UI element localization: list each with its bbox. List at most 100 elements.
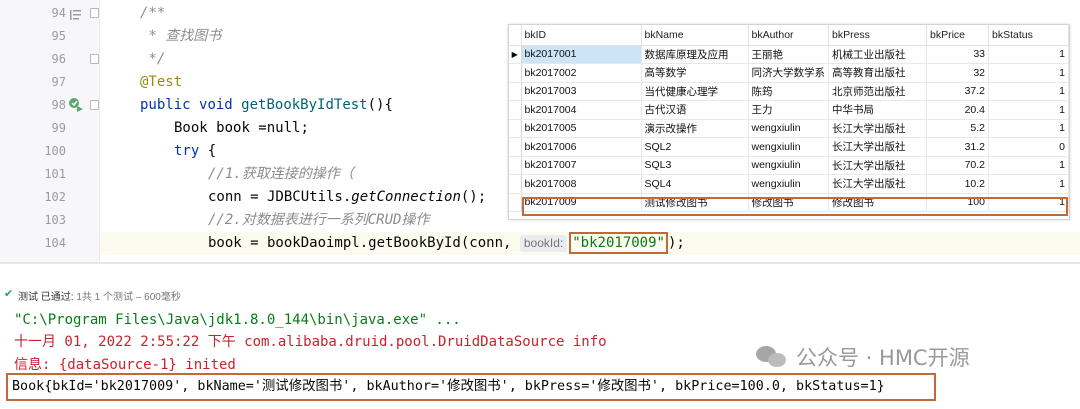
test-status-bar: ✔ 测试 已通过: 1共 1 个测试 – 600毫秒 — [0, 285, 1080, 303]
table-row[interactable]: bk2017005 演示改操作 wengxiulin 长江大学出版社 5.2 1 — [509, 119, 1069, 138]
table-cell-bkName[interactable]: SQL3 — [641, 156, 749, 175]
table-cell-bkAuthor[interactable]: wengxiulin — [748, 137, 829, 157]
table-cell-bkAuthor[interactable]: 王力 — [748, 100, 829, 120]
table-cell-bkPress[interactable]: 长江大学出版社 — [828, 137, 927, 157]
table-cell-bkStatus[interactable]: 0 — [988, 137, 1069, 157]
table-cell-bkPress[interactable]: 长江大学出版社 — [828, 119, 927, 138]
fold-marker[interactable] — [90, 100, 99, 110]
table-cell-bkPress[interactable]: 高等教育出版社 — [828, 63, 927, 83]
code-text: (); — [460, 189, 487, 205]
table-cell-bkPress[interactable]: 长江大学出版社 — [828, 156, 927, 175]
table-row[interactable]: bk2017006 SQL2 wengxiulin 长江大学出版社 31.2 0 — [509, 137, 1069, 157]
run-test-icon[interactable] — [68, 97, 84, 113]
table-cell-bkName[interactable]: SQL4 — [641, 174, 749, 194]
table-cell-bkName[interactable]: SQL2 — [641, 137, 749, 157]
table-cell-bkAuthor[interactable]: 修改图书 — [748, 193, 829, 212]
table-cell-bkName[interactable]: 高等数学 — [641, 63, 749, 83]
table-cell-bkStatus[interactable]: 1 — [988, 174, 1069, 194]
table-cell-bkID[interactable]: bk2017008 — [521, 174, 642, 194]
table-cell-bkPrice[interactable]: 5.2 — [926, 119, 989, 138]
table-cell-bkName[interactable]: 古代汉语 — [641, 100, 749, 120]
table-cell-bkID[interactable]: bk2017007 — [521, 156, 642, 175]
test-status-text: 测试 已通过: 1共 1 个测试 – 600毫秒 — [18, 288, 181, 303]
row-header[interactable] — [509, 193, 522, 212]
table-cell-bkID[interactable]: bk2017001 — [521, 45, 642, 64]
table-cell-bkPrice[interactable]: 10.2 — [926, 174, 989, 194]
fold-marker[interactable] — [90, 54, 99, 64]
table-row[interactable]: bk2017007 SQL3 wengxiulin 长江大学出版社 70.2 1 — [509, 156, 1069, 175]
code-line: book = bookDaoimpl.getBookById(conn, boo… — [208, 232, 685, 255]
table-cell-bkPress[interactable]: 修改图书 — [828, 193, 927, 212]
row-header[interactable] — [509, 119, 522, 138]
column-header[interactable]: bkName — [641, 25, 749, 46]
table-cell-bkStatus[interactable]: 1 — [988, 63, 1069, 83]
table-cell-bkPrice[interactable]: 37.2 — [926, 82, 989, 101]
table-cell-bkPrice[interactable]: 70.2 — [926, 156, 989, 175]
table-cell-bkPrice[interactable]: 32 — [926, 63, 989, 83]
table-row[interactable]: bk2017009 测试修改图书 修改图书 修改图书 100 1 — [509, 193, 1069, 212]
table-cell-bkStatus[interactable]: 1 — [988, 82, 1069, 101]
table-cell-bkAuthor[interactable]: 王丽艳 — [748, 45, 829, 64]
table-cell-bkPrice[interactable]: 20.4 — [926, 100, 989, 120]
line-number: 96 — [51, 52, 66, 66]
table-cell-bkPrice[interactable]: 31.2 — [926, 137, 989, 157]
table-cell-bkAuthor[interactable]: 陈筠 — [748, 82, 829, 101]
column-header[interactable]: bkID — [521, 25, 642, 46]
code-text: = bookDaoimpl.getBookById(conn, — [241, 235, 520, 251]
row-header[interactable] — [509, 82, 522, 101]
panel-divider[interactable] — [0, 262, 1080, 264]
table-cell-bkPrice[interactable]: 100 — [926, 193, 989, 212]
table-cell-bkID[interactable]: bk2017006 — [521, 137, 642, 157]
table-row[interactable]: ▶ bk2017001 数据库原理及应用 王丽艳 机械工业出版社 33 1 — [509, 45, 1069, 64]
table-row[interactable]: bk2017002 高等数学 同济大学数学系 高等教育出版社 32 1 — [509, 63, 1069, 83]
table-cell-bkPrice[interactable]: 33 — [926, 45, 989, 64]
fold-marker[interactable] — [90, 8, 99, 18]
database-result-table[interactable]: bkID bkName bkAuthor bkPress bkPrice bkS… — [508, 24, 1070, 220]
code-text: { — [199, 143, 217, 159]
code-text: = JDBCUtils. — [241, 189, 352, 205]
column-header[interactable]: bkPress — [828, 25, 927, 46]
table-row[interactable]: bk2017008 SQL4 wengxiulin 长江大学出版社 10.2 1 — [509, 174, 1069, 194]
table-cell-bkName[interactable]: 数据库原理及应用 — [641, 45, 749, 64]
table-cell-bkName[interactable]: 测试修改图书 — [641, 193, 749, 212]
table-cell-bkAuthor[interactable]: wengxiulin — [748, 174, 829, 194]
code-keyword: try — [174, 143, 200, 159]
current-row-marker-icon[interactable]: ▶ — [509, 45, 522, 64]
column-header[interactable]: bkAuthor — [748, 25, 829, 46]
table-cell-bkStatus[interactable]: 1 — [988, 156, 1069, 175]
table-cell-bkPress[interactable]: 中华书局 — [828, 100, 927, 120]
table-cell-bkPress[interactable]: 机械工业出版社 — [828, 45, 927, 64]
table-cell-bkStatus[interactable]: 1 — [988, 100, 1069, 120]
table-cell-bkStatus[interactable]: 1 — [988, 119, 1069, 138]
table-cell-bkPress[interactable]: 长江大学出版社 — [828, 174, 927, 194]
table-cell-bkStatus[interactable]: 1 — [988, 193, 1069, 212]
column-header[interactable]: bkStatus — [988, 25, 1069, 46]
row-header[interactable] — [509, 100, 522, 120]
line-number: 97 — [51, 75, 66, 89]
row-header[interactable] — [509, 137, 522, 157]
column-header[interactable]: bkPrice — [926, 25, 989, 46]
table-cell-bkAuthor[interactable]: wengxiulin — [748, 156, 829, 175]
table-cell-bkName[interactable]: 当代健康心理学 — [641, 82, 749, 101]
row-header-corner — [509, 25, 522, 46]
console-line: 十一月 01, 2022 2:55:22 下午 com.alibaba.drui… — [14, 334, 607, 350]
table-cell-bkID[interactable]: bk2017002 — [521, 63, 642, 83]
table-cell-bkID[interactable]: bk2017009 — [521, 193, 642, 212]
table-cell-bkAuthor[interactable]: 同济大学数学系 — [748, 63, 829, 83]
table-cell-bkID[interactable]: bk2017004 — [521, 100, 642, 120]
render-doc-icon[interactable] — [70, 6, 81, 20]
table-cell-bkID[interactable]: bk2017003 — [521, 82, 642, 101]
table-cell-bkPress[interactable]: 北京师范出版社 — [828, 82, 927, 101]
row-header[interactable] — [509, 156, 522, 175]
table-cell-bkAuthor[interactable]: wengxiulin — [748, 119, 829, 138]
row-header[interactable] — [509, 174, 522, 194]
row-header[interactable] — [509, 63, 522, 83]
parameter-hint: bookId: — [519, 235, 568, 252]
table-cell-bkStatus[interactable]: 1 — [988, 45, 1069, 64]
table-cell-bkName[interactable]: 演示改操作 — [641, 119, 749, 138]
table-cell-bkID[interactable]: bk2017005 — [521, 119, 642, 138]
table-row[interactable]: bk2017003 当代健康心理学 陈筠 北京师范出版社 37.2 1 — [509, 82, 1069, 101]
console-line: "C:\Program Files\Java\jdk1.8.0_144\bin\… — [14, 312, 461, 328]
table-row[interactable]: bk2017004 古代汉语 王力 中华书局 20.4 1 — [509, 100, 1069, 120]
code-line: */ — [140, 51, 166, 67]
